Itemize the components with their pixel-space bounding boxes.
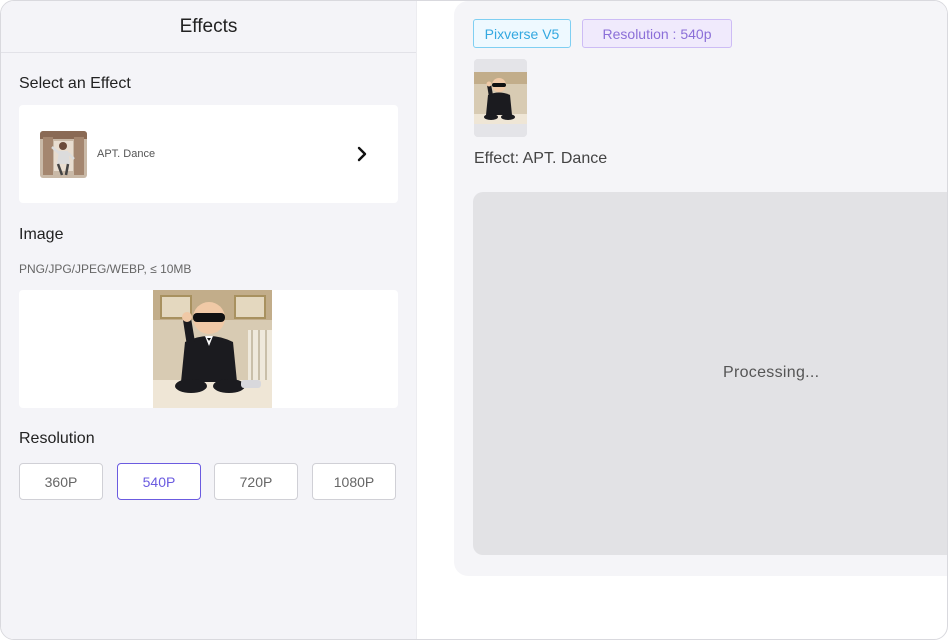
image-format-hint: PNG/JPG/JPEG/WEBP, ≤ 10MB [19,262,192,276]
app-window: Effects Select an Effect APT. Dance Imag… [0,0,948,640]
processing-area: Processing... [473,192,947,555]
uploaded-image [153,290,272,408]
image-upload-area[interactable] [19,290,398,408]
resolution-heading: Resolution [19,430,95,447]
effect-selector[interactable]: APT. Dance [19,105,398,203]
resolution-1080p-button[interactable]: 1080P [312,463,396,500]
effect-label: Effect: APT. Dance [474,150,608,167]
effect-thumbnail [40,130,87,178]
source-image-thumbnail [474,59,527,137]
effects-sidebar: Effects Select an Effect APT. Dance Imag… [1,1,417,639]
resolution-540p-button[interactable]: 540P [117,463,201,500]
model-tag: Pixverse V5 [473,19,571,48]
effect-name: APT. Dance [97,148,156,160]
processing-status: Processing... [723,364,820,381]
resolution-720p-button[interactable]: 720P [214,463,298,500]
chevron-right-icon [348,146,376,162]
resolution-360p-button[interactable]: 360P [19,463,103,500]
select-effect-heading: Select an Effect [19,75,131,92]
result-card: Pixverse V5 Resolution : 540p Effect: AP… [454,1,947,576]
image-heading: Image [19,226,64,243]
sidebar-title: Effects [179,15,238,37]
resolution-tag: Resolution : 540p [582,19,732,48]
sidebar-header: Effects [1,1,416,53]
